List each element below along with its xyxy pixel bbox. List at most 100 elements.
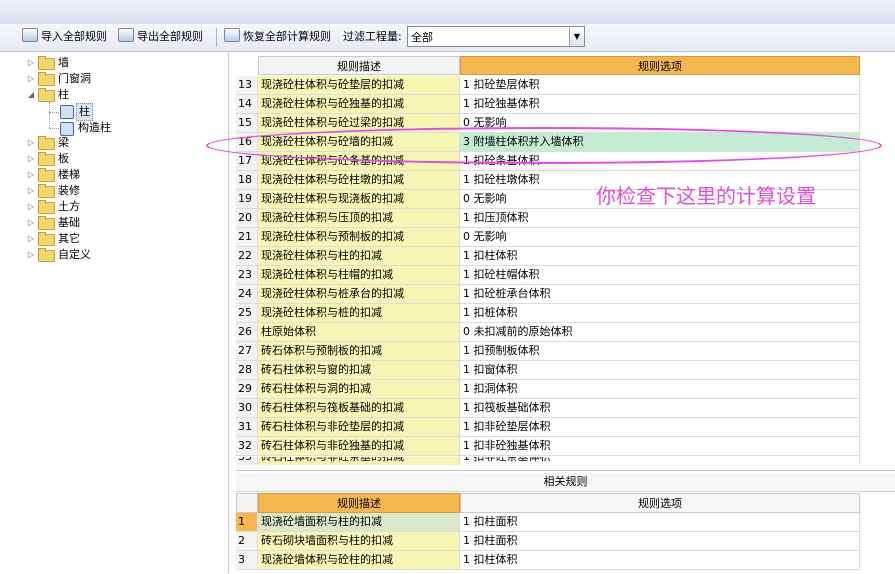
rule-option[interactable]: 1 扣砼独基体积 [460, 95, 860, 114]
row-number: 21 [236, 228, 258, 247]
rule-option[interactable]: 1 扣柱面积 [460, 532, 860, 551]
restore-rules-button[interactable]: 恢复全部计算规则 [224, 28, 331, 46]
rule-option[interactable]: 1 扣洞体积 [460, 380, 860, 399]
rule-description: 砖石砌块墙面积与柱的扣减 [258, 532, 460, 551]
rule-description: 砖石柱体积与非砼条基的扣减 [258, 457, 460, 465]
row-number: 26 [236, 323, 258, 342]
row-number: 27 [236, 342, 258, 361]
row-number: 24 [236, 285, 258, 304]
rule-option[interactable]: 1 扣砼桩承台体积 [460, 285, 860, 304]
expand-icon[interactable]: ▷ [26, 151, 36, 167]
rule-option[interactable]: 1 扣非砼垫层体积 [460, 418, 860, 437]
rule-option[interactable]: 1 扣柱体积 [460, 247, 860, 266]
rule-option[interactable]: 1 扣预制板体积 [460, 342, 860, 361]
folder-icon [38, 72, 55, 86]
rule-description: 现浇砼柱体积与预制板的扣减 [258, 228, 460, 247]
rule-option[interactable]: 1 扣非砼独基体积 [460, 437, 860, 456]
tree-item-label: 柱 [76, 103, 93, 121]
row-number: 23 [236, 266, 258, 285]
row-number: 29 [236, 380, 258, 399]
rule-description: 现浇砼柱体积与桩承台的扣减 [258, 285, 460, 304]
import-all-button[interactable]: 导入全部规则 [22, 28, 107, 46]
expand-icon[interactable]: ▷ [26, 199, 36, 215]
table-row[interactable]: 29 砖石柱体积与洞的扣减 1 扣洞体积 [236, 380, 860, 399]
filter-select[interactable]: 全部 ▼ [407, 26, 585, 47]
table-row[interactable]: 25 现浇砼柱体积与桩的扣减 1 扣桩体积 [236, 304, 860, 323]
rule-option[interactable]: 1 扣筏板基础体积 [460, 399, 860, 418]
expand-icon[interactable]: ▷ [26, 55, 36, 71]
rule-description: 砖石柱体积与洞的扣减 [258, 380, 460, 399]
table-row[interactable]: 2 砖石砌块墙面积与柱的扣减 1 扣柱面积 [236, 532, 860, 551]
row-number: 20 [236, 209, 258, 228]
rule-description: 现浇砼墙面积与柱的扣减 [258, 513, 460, 532]
rule-description: 现浇砼柱体积与砼独基的扣减 [258, 95, 460, 114]
column-header-option[interactable]: 规则选项 [460, 56, 860, 75]
expand-icon[interactable]: ▷ [26, 231, 36, 247]
table-row[interactable]: 3 现浇砼墙体积与砼柱的扣减 1 扣柱体积 [236, 551, 860, 570]
expand-icon[interactable]: ▷ [26, 167, 36, 183]
row-number: 1 [236, 513, 258, 532]
expand-icon[interactable]: ▷ [26, 71, 36, 87]
related-rules-panel: 相关规则 规则描述 规则选项 1 现浇砼墙面积与柱的扣减 1 扣柱面积 2 砖石砌块墙面… [236, 470, 895, 574]
table-row[interactable]: 24 现浇砼柱体积与桩承台的扣减 1 扣砼桩承台体积 [236, 285, 860, 304]
rule-option[interactable]: 1 扣桩体积 [460, 304, 860, 323]
table-row[interactable]: 30 砖石柱体积与筏板基础的扣减 1 扣筏板基础体积 [236, 399, 860, 418]
expand-icon[interactable]: ▷ [26, 215, 36, 231]
column-header-desc[interactable]: 规则描述 [258, 493, 460, 513]
column-header-desc[interactable]: 规则描述 [258, 56, 460, 75]
collapse-icon[interactable]: ◢ [26, 87, 36, 103]
import-all-label: 导入全部规则 [41, 30, 107, 43]
rule-description: 现浇砼柱体积与砼垫层的扣减 [258, 76, 460, 95]
tree-item-label: 装修 [58, 184, 80, 197]
tree-item-label: 柱 [58, 88, 69, 101]
rule-option[interactable]: 1 扣砼柱帽体积 [460, 266, 860, 285]
column-header-option[interactable]: 规则选项 [460, 493, 860, 513]
table-row[interactable]: 28 砖石柱体积与窗的扣减 1 扣窗体积 [236, 361, 860, 380]
row-number: 32 [236, 437, 258, 456]
import-icon [22, 28, 38, 42]
folder-icon [38, 56, 55, 70]
table-row[interactable]: 33 砖石柱体积与非砼条基的扣减 1 扣非砼条基体积 [236, 457, 860, 465]
row-number: 2 [236, 532, 258, 551]
table-row[interactable]: 26 柱原始体积 0 未扣减前的原始体积 [236, 323, 860, 342]
rule-description: 现浇砼柱体积与柱帽的扣减 [258, 266, 460, 285]
rule-option[interactable]: 1 扣砼垫层体积 [460, 76, 860, 95]
expand-icon[interactable]: ▷ [26, 183, 36, 199]
row-number: 22 [236, 247, 258, 266]
rule-option[interactable]: 1 扣窗体积 [460, 361, 860, 380]
table-row[interactable]: 27 砖石体积与预制板的扣减 1 扣预制板体积 [236, 342, 860, 361]
open-folder-icon [38, 88, 55, 102]
table-row[interactable]: 23 现浇砼柱体积与柱帽的扣减 1 扣砼柱帽体积 [236, 266, 860, 285]
folder-icon [38, 152, 55, 166]
tree-item-label: 构造柱 [78, 121, 111, 134]
window-top-strip [0, 0, 895, 25]
rule-option[interactable]: 1 扣柱面积 [460, 513, 860, 532]
rule-description: 砖石柱体积与筏板基础的扣减 [258, 399, 460, 418]
rule-option[interactable]: 0 未扣减前的原始体积 [460, 323, 860, 342]
table-row[interactable]: 32 砖石柱体积与非砼独基的扣减 1 扣非砼独基体积 [236, 437, 860, 456]
rule-option[interactable]: 0 无影响 [460, 228, 860, 247]
tree-item-label: 门窗洞 [58, 72, 91, 85]
table-row[interactable]: 14 现浇砼柱体积与砼独基的扣减 1 扣砼独基体积 [236, 95, 860, 114]
constructional-column-icon [60, 122, 74, 136]
row-number: 30 [236, 399, 258, 418]
rule-option[interactable]: 1 扣压顶体积 [460, 209, 860, 228]
rule-option[interactable]: 1 扣柱体积 [460, 551, 860, 570]
rule-option[interactable]: 1 扣非砼条基体积 [460, 457, 860, 465]
table-row[interactable]: 20 现浇砼柱体积与压顶的扣减 1 扣压顶体积 [236, 209, 860, 228]
expand-icon[interactable]: ▷ [26, 247, 36, 263]
tree-connector [49, 128, 59, 129]
export-all-button[interactable]: 导出全部规则 [118, 28, 203, 46]
row-number: 13 [236, 76, 258, 95]
table-row[interactable]: 22 现浇砼柱体积与柱的扣减 1 扣柱体积 [236, 247, 860, 266]
table-row[interactable]: 21 现浇砼柱体积与预制板的扣减 0 无影响 [236, 228, 860, 247]
table-row[interactable]: 31 砖石柱体积与非砼垫层的扣减 1 扣非砼垫层体积 [236, 418, 860, 437]
rule-description: 柱原始体积 [258, 323, 460, 342]
table-row[interactable]: 1 现浇砼墙面积与柱的扣减 1 扣柱面积 [236, 513, 860, 532]
rule-description: 现浇砼柱体积与现浇板的扣减 [258, 190, 460, 209]
table-row[interactable]: 13 现浇砼柱体积与砼垫层的扣减 1 扣砼垫层体积 [236, 76, 860, 95]
expand-icon[interactable]: ▷ [26, 135, 36, 151]
highlight-ellipse [206, 127, 882, 164]
chevron-down-icon[interactable]: ▼ [569, 27, 584, 46]
column-header-num [236, 493, 258, 513]
